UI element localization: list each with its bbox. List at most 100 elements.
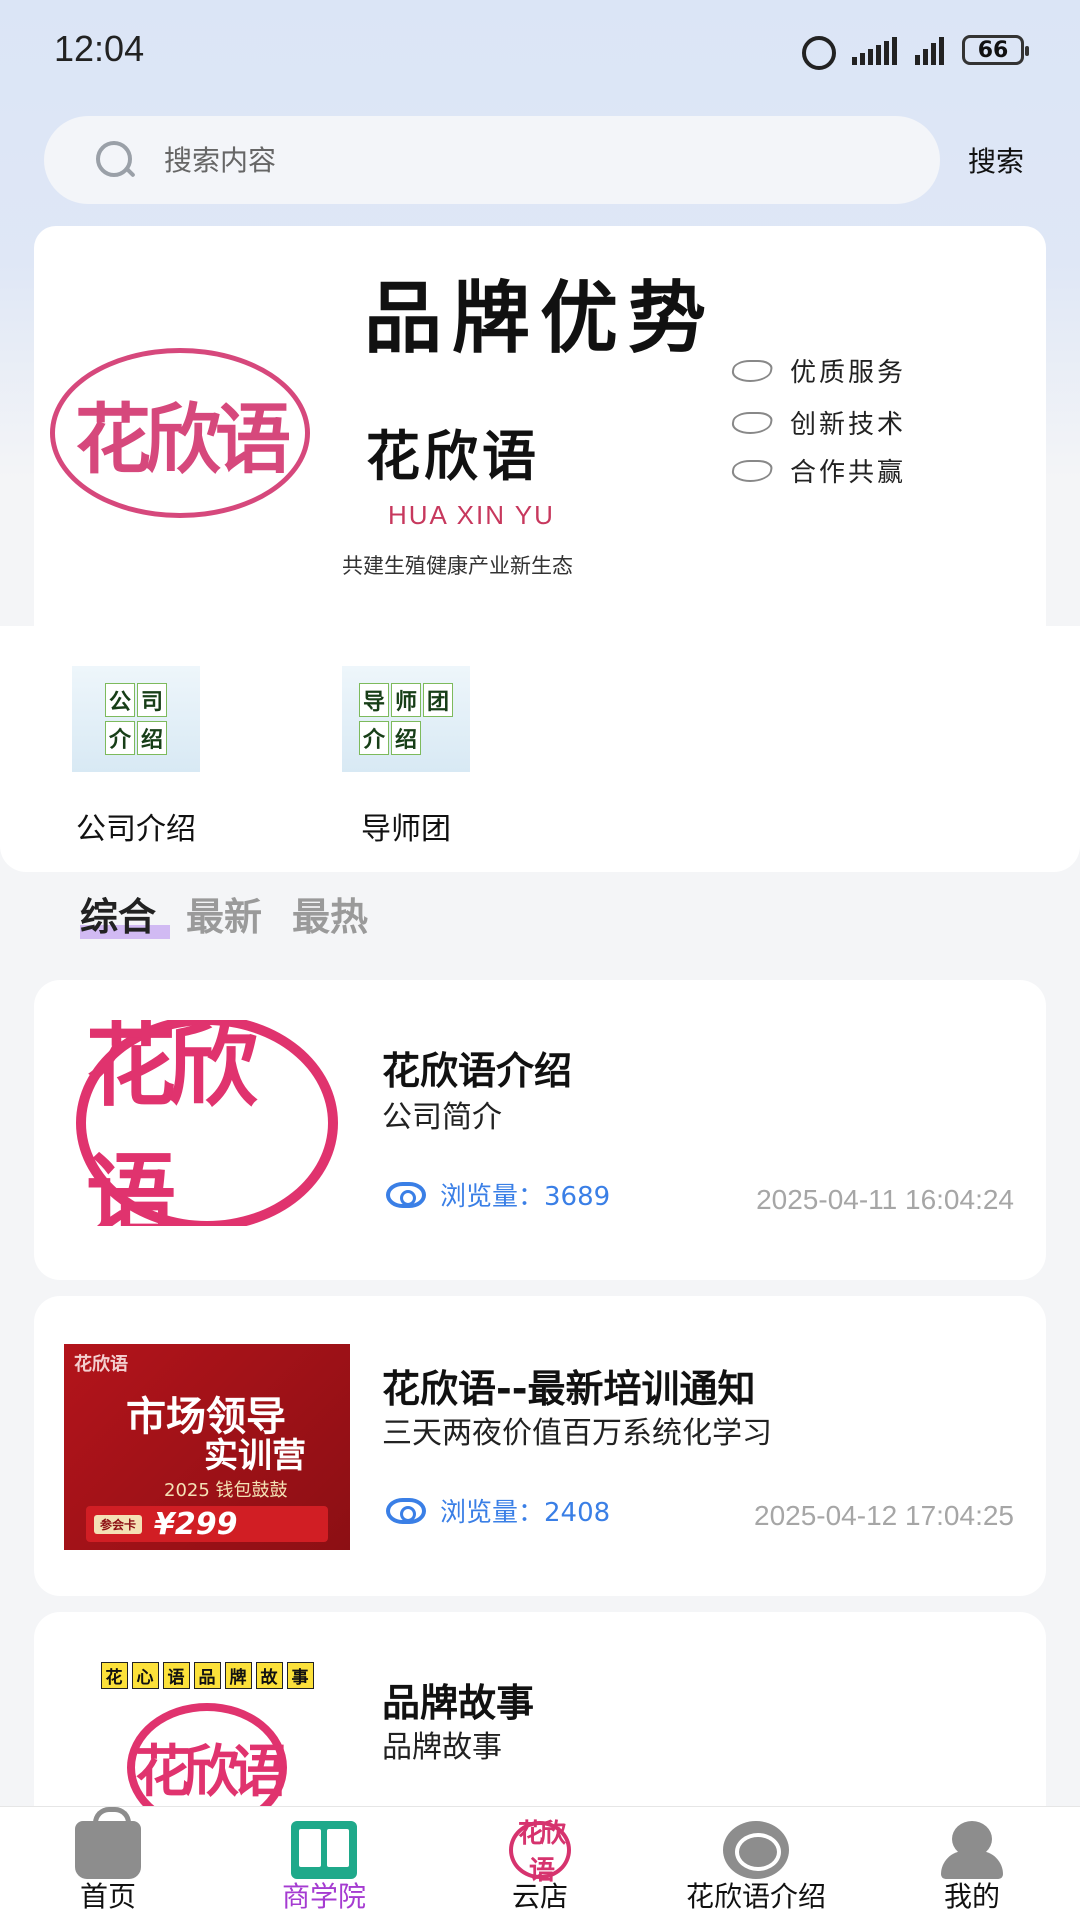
story-tag: 语	[162, 1662, 190, 1689]
article-card[interactable]: 花欣语 市场领导 实训营 2025 钱包鼓鼓 参会卡 ¥299 花欣语--最新培…	[34, 1296, 1046, 1596]
poster-price-bar: 参会卡 ¥299	[86, 1506, 328, 1542]
tile-char: 司	[137, 683, 168, 717]
nav-cloud-store[interactable]: 花欣语 云店	[432, 1807, 648, 1920]
nav-label: 花欣语介绍	[685, 1880, 826, 1913]
nav-brand-intro[interactable]: 花欣语介绍	[648, 1807, 864, 1920]
star-icon	[730, 411, 774, 434]
article-thumbnail: 花 心 语 品 牌 故 事 花欣语	[64, 1652, 350, 1832]
brand-banner[interactable]: 品牌优势 花欣语 花欣语 HUA XIN YU 共建生殖健康产业新生态 优质服务…	[34, 226, 1046, 626]
nav-label: 云店	[511, 1880, 568, 1913]
article-views: 浏览量：2408	[386, 1492, 610, 1529]
article-time: 2025-04-12 17:04:25	[754, 1500, 1014, 1531]
battery-icon: 66	[962, 35, 1029, 65]
status-bar: 12:04 66	[0, 0, 1080, 100]
shortcut-label: 公司介绍	[76, 812, 196, 847]
story-tag: 故	[255, 1662, 283, 1689]
user-icon	[939, 1821, 1005, 1879]
nav-label: 我的	[943, 1880, 1000, 1913]
bag-icon	[75, 1807, 141, 1879]
poster-badge: 参会卡	[94, 1514, 143, 1534]
tab-comprehensive[interactable]: 综合	[80, 886, 171, 941]
feature-item: 合作共赢	[730, 452, 907, 489]
feature-label: 合作共赢	[790, 458, 907, 488]
nav-label: 商学院	[281, 1880, 366, 1913]
nav-business-school[interactable]: 商学院	[216, 1807, 432, 1920]
feature-item: 优质服务	[730, 352, 907, 389]
tab-latest[interactable]: 最新	[186, 886, 262, 941]
store-icon: 花欣语	[509, 1819, 571, 1886]
poster-logo: 花欣语	[74, 1354, 128, 1375]
seal-text: 花欣语	[135, 1739, 287, 1805]
search-button[interactable]: 搜索	[968, 140, 1024, 180]
shortcut-label: 导师团	[361, 812, 451, 847]
tile-char: 导	[358, 683, 389, 717]
article-thumbnail: 花欣语 市场领导 实训营 2025 钱包鼓鼓 参会卡 ¥299	[64, 1344, 350, 1550]
article-subtitle: 品牌故事	[382, 1730, 502, 1765]
tile-char: 绍	[390, 721, 421, 755]
story-tag: 心	[131, 1662, 159, 1689]
article-subtitle: 公司简介	[382, 1100, 502, 1135]
story-tag: 品	[193, 1662, 221, 1689]
search-input[interactable]	[164, 143, 764, 177]
views-label: 浏览量：2408	[440, 1498, 611, 1528]
nav-home[interactable]: 首页	[0, 1807, 216, 1920]
shortcut-grid: 公 司 介 绍 公司介绍 导 师 团 介 绍 导师团	[0, 626, 1080, 872]
tile-char: 介	[358, 721, 389, 755]
signal-icon	[852, 35, 897, 65]
article-title: 花欣语--最新培训通知	[382, 1367, 756, 1411]
feature-item: 创新技术	[730, 404, 907, 441]
tile-char: 师	[390, 683, 421, 717]
star-icon	[730, 459, 774, 482]
brand-pinyin: HUA XIN YU	[388, 500, 555, 530]
views-label: 浏览量：3689	[440, 1182, 611, 1212]
alarm-icon	[798, 34, 836, 70]
nav-label: 首页	[79, 1880, 136, 1913]
story-tag: 牌	[224, 1662, 252, 1689]
brand-seal-logo: 花欣语	[50, 348, 310, 518]
eye-icon	[386, 1497, 426, 1524]
top-card: 品牌优势 花欣语 花欣语 HUA XIN YU 共建生殖健康产业新生态 优质服务…	[0, 226, 1080, 872]
poster-title-2: 实训营	[204, 1436, 306, 1476]
shortcut-mentor-team[interactable]: 导 师 团 介 绍 导师团	[306, 666, 506, 848]
article-card[interactable]: 花欣语 花欣语介绍 公司简介 浏览量：3689 2025-04-11 16:04…	[34, 980, 1046, 1280]
poster-subtitle: 2025 钱包鼓鼓	[164, 1480, 288, 1501]
sort-tabs: 综合 最新 最热	[80, 886, 368, 941]
shortcut-company-intro[interactable]: 公 司 介 绍 公司介绍	[36, 666, 236, 848]
company-intro-tile: 公 司 介 绍	[72, 666, 200, 772]
story-tag: 花	[100, 1662, 128, 1689]
feature-label: 创新技术	[790, 410, 907, 440]
article-views: 浏览量：3689	[386, 1176, 610, 1213]
article-title: 花欣语介绍	[382, 1049, 573, 1093]
mentor-team-tile: 导 师 团 介 绍	[342, 666, 470, 772]
banner-title: 品牌优势	[364, 273, 717, 364]
search-icon	[96, 141, 134, 179]
tile-char: 介	[104, 721, 135, 755]
tile-char: 绍	[137, 721, 168, 755]
poster-price: ¥299	[154, 1506, 238, 1542]
article-subtitle: 三天两夜价值百万系统化学习	[382, 1416, 772, 1451]
seal-text: 花欣语	[75, 395, 291, 484]
book-icon	[291, 1821, 357, 1879]
seal-text: 花欣语	[86, 1020, 258, 1226]
tile-char: 团	[423, 683, 454, 717]
brand-slogan: 共建生殖健康产业新生态	[342, 554, 573, 578]
battery-level: 66	[977, 37, 1009, 63]
chat-icon	[723, 1821, 789, 1879]
status-icons: 66	[798, 34, 1029, 70]
article-thumbnail: 花欣语	[64, 1020, 350, 1226]
status-time: 12:04	[54, 28, 145, 69]
search-bar[interactable]	[44, 116, 940, 204]
nav-profile[interactable]: 我的	[864, 1807, 1080, 1920]
star-icon	[730, 359, 774, 382]
tile-char: 公	[104, 683, 135, 717]
brand-name: 花欣语	[366, 425, 540, 488]
story-tag: 事	[286, 1662, 314, 1689]
feature-label: 优质服务	[790, 358, 907, 388]
article-time: 2025-04-11 16:04:24	[756, 1184, 1014, 1215]
article-title: 品牌故事	[382, 1681, 535, 1725]
eye-icon	[386, 1181, 426, 1208]
story-tags: 花 心 语 品 牌 故 事	[100, 1662, 314, 1689]
tab-hottest[interactable]: 最热	[292, 886, 368, 941]
bottom-nav: 首页 商学院 花欣语 云店 花欣语介绍 我的	[0, 1806, 1080, 1920]
brand-seal-logo: 花欣语	[76, 1020, 338, 1226]
